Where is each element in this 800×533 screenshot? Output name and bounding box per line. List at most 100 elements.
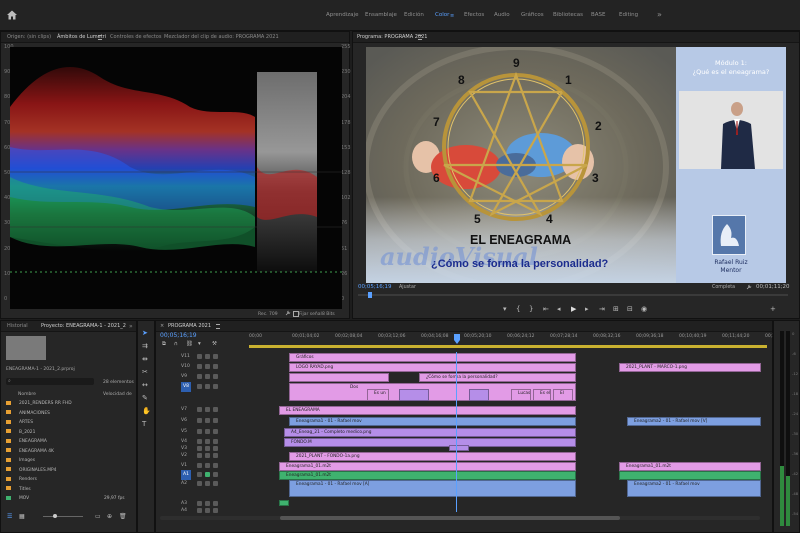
new-item-icon[interactable]: ⊕ [107, 513, 112, 520]
eye-icon[interactable] [213, 418, 218, 423]
clip-v1-b[interactable]: Eneagrama1_01.m2t [619, 462, 761, 471]
track-header-v2[interactable]: V2 [157, 451, 249, 461]
type-tool-icon[interactable]: T [142, 420, 146, 428]
tab-project[interactable]: Proyecto: ENEAGRAMA-1 - 2021_2 [41, 321, 126, 331]
program-playhead[interactable] [368, 292, 372, 298]
slip-tool-icon[interactable]: ↔ [142, 381, 148, 389]
add-button-icon[interactable]: + [770, 305, 776, 313]
settings-wrench-icon[interactable] [746, 284, 752, 290]
mark-in-icon[interactable]: ▾ [503, 305, 507, 313]
timeline-scrollbar[interactable] [160, 516, 760, 520]
play-icon[interactable]: ▶ [571, 305, 576, 313]
step-forward-icon[interactable]: ▸ [585, 305, 589, 313]
mic-icon[interactable] [213, 481, 218, 486]
tab-audio-clip-mixer[interactable]: Mezclador del clip de audio: PROGRAMA 20… [164, 32, 279, 42]
lock-icon[interactable] [197, 364, 202, 369]
fit-zoom-select[interactable]: Ajustar [399, 285, 416, 290]
clip-v8-b[interactable] [399, 389, 429, 401]
ripple-edit-tool-icon[interactable]: ⇹ [142, 355, 148, 363]
lock-icon[interactable] [197, 407, 202, 412]
program-monitor-title[interactable]: Programa: PROGRAMA 2021 [357, 32, 427, 42]
list-item[interactable]: ORIGINALES.MP4 [6, 467, 131, 475]
list-item[interactable]: Renders [6, 476, 131, 484]
track-header-v8[interactable]: V8 [157, 382, 249, 392]
tab-source[interactable]: Origen: (sin clips) [7, 32, 51, 42]
hand-tool-icon[interactable]: ✋ [142, 407, 151, 415]
clip-audio-a1-b[interactable] [619, 471, 761, 480]
clip-audio-a2[interactable]: Eneagrama1 - 01 - Rafael mov [A] [289, 480, 576, 497]
track-header-v6[interactable]: V6 [157, 416, 249, 426]
track-header-v9[interactable]: V9 [157, 372, 249, 382]
playback-quality-select[interactable]: Completa [712, 285, 735, 290]
add-marker-icon[interactable]: ▾ [198, 341, 201, 347]
close-sequence-icon[interactable]: × [160, 323, 164, 329]
workspace-bibliotecas[interactable]: Bibliotecas [553, 0, 583, 30]
column-speed-header[interactable]: Velocidad de [103, 392, 132, 397]
clip-logo[interactable]: LOGO RAYAD.png [289, 363, 576, 372]
go-to-out-icon[interactable]: ⇥ [599, 305, 605, 313]
eye-icon[interactable] [213, 374, 218, 379]
mute-icon[interactable] [197, 472, 202, 477]
list-view-icon[interactable]: ☰ [7, 513, 12, 520]
selection-tool-icon[interactable]: ➤ [142, 329, 148, 337]
eye-icon[interactable] [213, 354, 218, 359]
new-bin-icon[interactable]: ▭ [95, 513, 101, 520]
workspace-ensamblaje[interactable]: Ensamblaje [365, 0, 397, 30]
mark-in-bracket-icon[interactable]: { [516, 305, 520, 313]
track-header-v10[interactable]: V10 [157, 362, 249, 372]
list-item[interactable]: 2021_RENDERS RR FHD [6, 400, 131, 408]
linked-selection-icon[interactable]: ⛓ [186, 341, 193, 347]
list-item[interactable]: Titles [6, 486, 131, 494]
workspace-color[interactable]: Color [435, 0, 449, 30]
workspace-base[interactable]: BASE [591, 0, 606, 30]
eye-icon[interactable] [213, 364, 218, 369]
mic-icon[interactable] [213, 508, 218, 513]
clip-audio-a2-b[interactable]: Eneagrama2 - 01 - Rafael mov [627, 480, 761, 497]
list-item[interactable]: B_2021 [6, 429, 131, 437]
mute-icon[interactable] [197, 508, 202, 513]
export-frame-icon[interactable]: ◉ [641, 305, 647, 313]
lock-icon[interactable] [197, 418, 202, 423]
lock-icon[interactable] [197, 384, 202, 389]
step-back-icon[interactable]: ◂ [557, 305, 561, 313]
lock-icon[interactable] [197, 463, 202, 468]
clip-v8-e[interactable]: Es un [367, 389, 389, 401]
clip-eneagrama2-v6[interactable]: Eneagrama2 - 01 - Rafael mov [V] [627, 417, 761, 426]
eye-icon[interactable] [213, 453, 218, 458]
timeline-playhead-line[interactable] [456, 352, 457, 512]
program-scrub-bar[interactable] [358, 294, 788, 296]
mic-icon[interactable] [213, 472, 218, 477]
clip-graficos[interactable]: Gráficos [289, 353, 576, 362]
project-search-input[interactable]: ⌕ [6, 378, 94, 385]
track-header-a2[interactable]: A2 [157, 479, 249, 489]
snap-icon[interactable]: ∩ [174, 341, 178, 347]
list-item[interactable]: ANIMACIONES [6, 410, 131, 418]
pen-tool-icon[interactable]: ✎ [142, 394, 148, 402]
workspace-efectos[interactable]: Efectos [464, 0, 484, 30]
solo-icon[interactable] [205, 481, 210, 486]
sync-icon[interactable] [205, 364, 210, 369]
clip-v8-g[interactable]: El [553, 389, 573, 401]
workspace-editing[interactable]: Editing [619, 0, 638, 30]
icon-view-icon[interactable]: ▦ [19, 513, 25, 520]
lock-icon[interactable] [197, 354, 202, 359]
track-header-v11[interactable]: V11 [157, 352, 249, 362]
clip-como[interactable]: ¿Cómo se forma la personalidad? [419, 373, 576, 382]
track-header-v7[interactable]: V7 [157, 405, 249, 415]
clip-audio-a1[interactable]: Eneagrama1_01.m2t [279, 471, 576, 480]
workspace-aprendizaje[interactable]: Aprendizaje [326, 0, 358, 30]
list-item[interactable]: ENEAGRAMA 4K [6, 448, 131, 456]
lock-icon[interactable] [197, 429, 202, 434]
track-header-a4[interactable]: A4 [157, 506, 249, 516]
tab-effect-controls[interactable]: Controles de efectos [110, 32, 161, 42]
clip-completo[interactable]: A4_Eneag_21 - Completo medico.png [284, 428, 576, 437]
sync-icon[interactable] [205, 354, 210, 359]
sync-icon[interactable] [205, 374, 210, 379]
timeline-settings-icon[interactable]: ⚒ [212, 341, 217, 347]
clip-v8-f[interactable]: Es el [533, 389, 551, 401]
nest-icon[interactable]: ⧉ [162, 341, 166, 348]
lock-icon[interactable] [197, 453, 202, 458]
clip-audio-a3[interactable] [279, 500, 289, 506]
sync-icon[interactable] [205, 407, 210, 412]
list-item[interactable]: ENEAGRAMA [6, 438, 131, 446]
